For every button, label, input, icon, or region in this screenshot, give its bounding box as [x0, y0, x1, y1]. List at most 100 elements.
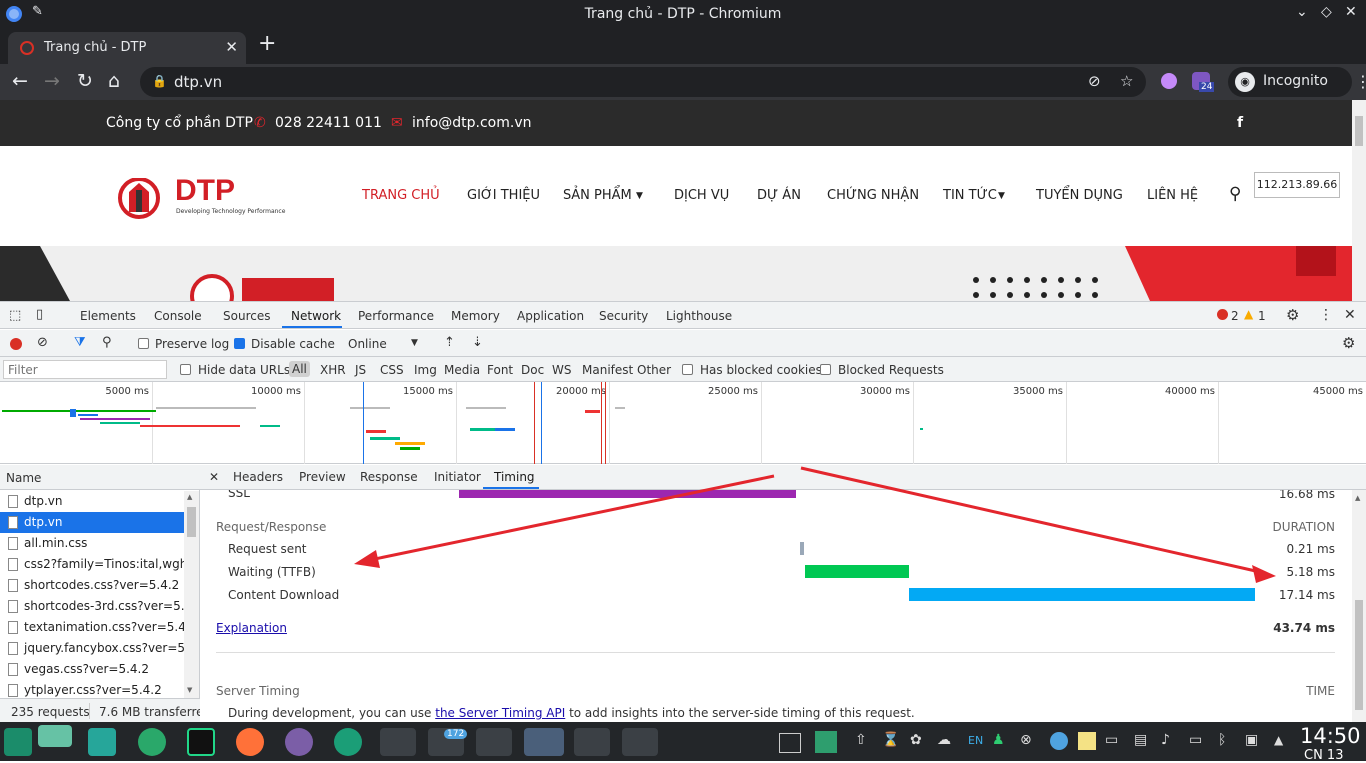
detail-scroll-thumb[interactable] — [1355, 600, 1363, 710]
minimize-icon[interactable]: ⌄ — [1296, 4, 1308, 20]
pidgin-icon[interactable] — [285, 728, 313, 756]
clock-time[interactable]: 14:50 — [1300, 724, 1361, 748]
cookie-blocked-icon[interactable]: ⊘ — [1088, 72, 1101, 90]
device-toolbar-icon[interactable]: ▯ — [36, 307, 43, 322]
type-filter-xhr[interactable]: XHR — [320, 363, 346, 377]
tab-network[interactable]: Network — [291, 309, 341, 323]
type-filter-all[interactable]: All — [289, 361, 310, 377]
omnibox[interactable]: 🔒 dtp.vn ⊘ ☆ — [140, 67, 1146, 97]
xmind-icon[interactable] — [138, 728, 166, 756]
dtp-logo[interactable]: DTP Developing Technology Performance — [115, 174, 290, 220]
request-row[interactable]: all.min.css — [0, 533, 184, 554]
close-detail-icon[interactable]: ✕ — [209, 470, 219, 484]
network-icon[interactable]: ▣ — [1245, 732, 1258, 748]
tab-performance[interactable]: Performance — [358, 309, 434, 323]
search-icon[interactable]: ⚲ — [1229, 184, 1241, 204]
close-window-icon[interactable]: ✕ — [1345, 4, 1357, 20]
filter-input[interactable] — [3, 360, 167, 379]
tray-icon[interactable]: ♟ — [992, 732, 1005, 748]
tab-lighthouse[interactable]: Lighthouse — [666, 309, 732, 323]
reload-icon[interactable]: ↻ — [77, 70, 93, 92]
file-manager-icon[interactable] — [88, 728, 116, 756]
preserve-log-checkbox[interactable] — [138, 338, 149, 349]
menu-home[interactable]: TRANG CHỦ — [362, 188, 440, 203]
cloud-icon[interactable]: ☁ — [937, 732, 951, 748]
type-filter-font[interactable]: Font — [487, 363, 513, 377]
pycharm-icon[interactable] — [187, 728, 215, 756]
tray-icon[interactable]: ⊗ — [1020, 732, 1032, 748]
menu-about[interactable]: GIỚI THIỆU — [467, 188, 540, 203]
page-scrollbar-thumb[interactable] — [1355, 116, 1363, 146]
menu-services[interactable]: DỊCH VỤ — [674, 188, 729, 203]
tab-response[interactable]: Response — [360, 470, 418, 484]
warning-icon[interactable]: ▲ — [1244, 307, 1253, 321]
bluetooth-icon[interactable]: ᛒ — [1218, 732, 1226, 748]
thunderbird-icon[interactable] — [476, 728, 512, 756]
lock-icon[interactable]: 🔒 — [152, 74, 167, 88]
tab-initiator[interactable]: Initiator — [434, 470, 481, 484]
maximize-icon[interactable]: ◇ — [1321, 4, 1332, 20]
upload-har-icon[interactable]: ⇡ — [444, 335, 455, 350]
extension-icon[interactable] — [1161, 73, 1177, 89]
tab-preview[interactable]: Preview — [299, 470, 346, 484]
menu-contact[interactable]: LIÊN HỆ — [1147, 188, 1198, 203]
type-filter-img[interactable]: Img — [414, 363, 437, 377]
email-link[interactable]: info@dtp.com.vn — [412, 115, 531, 131]
throttling-select[interactable]: Online — [348, 337, 387, 351]
filter-icon[interactable]: ⧩ — [74, 335, 86, 350]
type-filter-other[interactable]: Other — [637, 363, 671, 377]
menu-certificates[interactable]: CHỨNG NHẬN — [827, 188, 919, 203]
request-row[interactable]: vegas.css?ver=5.4.2 — [0, 659, 184, 680]
tab-sources[interactable]: Sources — [223, 309, 270, 323]
hide-data-urls-checkbox[interactable] — [180, 364, 191, 375]
request-row[interactable]: jquery.fancybox.css?ver=5.4.2 — [0, 638, 184, 659]
back-icon[interactable]: ← — [12, 70, 28, 92]
close-tab-icon[interactable]: ✕ — [225, 38, 238, 56]
error-count[interactable]: 2 — [1231, 309, 1239, 323]
menu-projects[interactable]: DỰ ÁN — [757, 188, 801, 203]
request-row[interactable]: ytplayer.css?ver=5.4.2 — [0, 680, 184, 698]
tray-icon[interactable]: ▭ — [1105, 732, 1118, 748]
browser-menu-icon[interactable]: ⋮ — [1355, 72, 1366, 91]
explanation-link[interactable]: Explanation — [216, 621, 287, 635]
tray-icon[interactable]: ⌛ — [882, 732, 899, 748]
scroll-up-icon[interactable]: ▲ — [187, 493, 192, 501]
tray-icon[interactable]: ▤ — [1134, 732, 1147, 748]
type-filter-css[interactable]: CSS — [380, 363, 404, 377]
browser-tab[interactable]: Trang chủ - DTP ✕ — [8, 32, 246, 64]
tab-elements[interactable]: Elements — [80, 309, 136, 323]
request-row[interactable]: textanimation.css?ver=5.4.2 — [0, 617, 184, 638]
name-column-header[interactable]: Name — [0, 465, 200, 490]
notes-icon[interactable] — [574, 728, 610, 756]
search-icon[interactable]: ⚲ — [102, 335, 112, 350]
expand-tray-icon[interactable]: ▲ — [1274, 733, 1283, 747]
incognito-button[interactable]: ◉ Incognito — [1228, 67, 1352, 97]
scroll-down-icon[interactable]: ▼ — [187, 686, 192, 694]
language-indicator[interactable]: EN — [968, 734, 983, 747]
tray-icon[interactable] — [1050, 732, 1068, 750]
server-timing-api-link[interactable]: the Server Timing API — [435, 706, 565, 720]
tab-application[interactable]: Application — [517, 309, 584, 323]
menu-careers[interactable]: TUYỂN DỤNG — [1036, 188, 1123, 203]
battery-icon[interactable]: ▭ — [1189, 732, 1202, 748]
type-filter-js[interactable]: JS — [355, 363, 366, 377]
request-row[interactable]: shortcodes-3rd.css?ver=5.4.2 — [0, 596, 184, 617]
record-icon[interactable] — [10, 338, 22, 350]
blocked-requests-checkbox[interactable] — [820, 364, 831, 375]
request-list-scroll-thumb[interactable] — [187, 507, 196, 537]
type-filter-media[interactable]: Media — [444, 363, 480, 377]
request-row[interactable]: css2?family=Tinos:ital,wght… — [0, 554, 184, 575]
earth-icon[interactable] — [380, 728, 416, 756]
app-launcher-icon[interactable] — [4, 728, 32, 756]
page-scrollbar[interactable] — [1352, 100, 1366, 301]
clear-icon[interactable]: ⊘ — [37, 335, 48, 350]
tray-icon[interactable] — [1078, 732, 1096, 750]
volume-muted-icon[interactable]: ♪ — [1161, 732, 1170, 748]
type-filter-ws[interactable]: WS — [552, 363, 571, 377]
firefox-icon[interactable] — [236, 728, 264, 756]
new-tab-icon[interactable]: + — [258, 31, 276, 56]
menu-products[interactable]: SẢN PHẨM — [563, 188, 632, 203]
close-devtools-icon[interactable]: ✕ — [1344, 307, 1356, 323]
chevron-down-icon[interactable]: ▼ — [411, 338, 418, 348]
type-filter-doc[interactable]: Doc — [521, 363, 544, 377]
